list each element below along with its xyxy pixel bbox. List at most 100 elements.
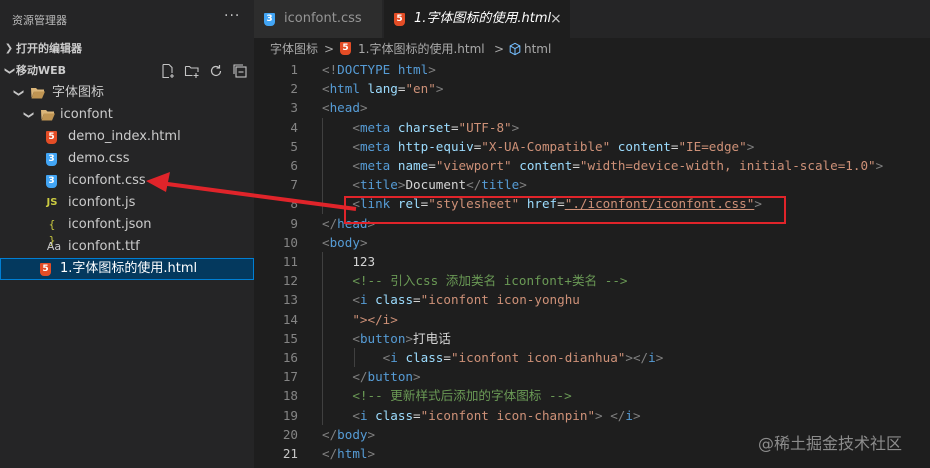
code-line[interactable]: <head> bbox=[322, 98, 368, 117]
breadcrumb-symbol[interactable]: html bbox=[524, 38, 551, 60]
new-folder-icon[interactable] bbox=[184, 63, 200, 79]
chevron-down-icon: ❯ bbox=[23, 110, 34, 120]
code-line[interactable]: <meta http-equiv="X-UA-Compatible" conte… bbox=[322, 137, 754, 156]
line-number: 20 bbox=[282, 426, 298, 442]
explorer-sidebar: 资源管理器 ··· ❯ 打开的编辑器 ❯ 移动WEB ❯ 字体图标 ❯ icon… bbox=[0, 0, 254, 468]
css3-icon: 3 bbox=[46, 153, 57, 166]
line-number: 11 bbox=[282, 254, 298, 269]
code-line[interactable]: <!-- 引入css 添加类名 iconfont+类名 --> bbox=[322, 271, 627, 290]
tree-file-iconfont-css[interactable]: 3 iconfont.css bbox=[0, 170, 254, 192]
editor-tabs: 3 iconfont.css 5 1.字体图标的使用.html × bbox=[254, 0, 930, 38]
code-line[interactable]: </body> bbox=[322, 425, 375, 444]
breadcrumb-file[interactable]: 1.字体图标的使用.html bbox=[358, 38, 485, 60]
line-number: 17 bbox=[282, 369, 298, 385]
line-number: 19 bbox=[282, 407, 298, 423]
line-number: 13 bbox=[282, 292, 298, 308]
tree-file-selected-html[interactable]: 5 1.字体图标的使用.html bbox=[0, 258, 254, 280]
tree-item-label: demo.css bbox=[68, 151, 130, 166]
css3-icon: 3 bbox=[46, 175, 57, 188]
html5-icon: 5 bbox=[46, 131, 57, 144]
close-icon[interactable]: × bbox=[550, 0, 562, 38]
code-line[interactable]: <!-- 更新样式后添加的字体图标 --> bbox=[322, 386, 571, 405]
highlight-box bbox=[344, 196, 786, 224]
breadcrumb: 字体图标 > 5 1.字体图标的使用.html > html bbox=[254, 38, 930, 60]
tab-html-file[interactable]: 5 1.字体图标的使用.html × bbox=[384, 0, 570, 38]
workspace-section[interactable]: ❯ 移动WEB bbox=[0, 60, 254, 82]
folder-open-icon bbox=[31, 88, 45, 99]
code-line[interactable]: "></i> bbox=[322, 310, 398, 329]
code-line[interactable]: <meta charset="UTF-8"> bbox=[322, 118, 519, 137]
ellipsis-icon[interactable]: ··· bbox=[224, 8, 240, 24]
code-editor[interactable]: 1 2 3 4 5 6 7 8 9 10 11 12 13 14 15 16 17 18 19 20 21 <!DOCT… bbox=[254, 60, 930, 468]
line-number: 12 bbox=[282, 273, 298, 289]
chevron-down-icon: ❯ bbox=[13, 88, 24, 98]
line-number: 5 bbox=[290, 138, 298, 154]
line-number: 18 bbox=[282, 388, 298, 404]
json-braces-icon: { } bbox=[48, 218, 56, 247]
open-editors-section[interactable]: ❯ 打开的编辑器 bbox=[0, 38, 254, 60]
breadcrumb-separator: > bbox=[494, 42, 505, 56]
line-number: 8 bbox=[290, 196, 298, 212]
css3-icon: 3 bbox=[264, 13, 275, 26]
line-number: 21 bbox=[282, 446, 298, 461]
line-number: 7 bbox=[290, 177, 298, 193]
html5-icon: 5 bbox=[340, 42, 351, 55]
tree-file-iconfont-json[interactable]: { } iconfont.json bbox=[0, 214, 254, 247]
code-line[interactable]: <!DOCTYPE html> bbox=[322, 60, 436, 79]
line-number: 14 bbox=[282, 311, 298, 327]
tree-file-iconfont-ttf[interactable]: Aa iconfont.ttf bbox=[0, 236, 254, 258]
open-editors-label: 打开的编辑器 bbox=[16, 42, 82, 55]
tree-item-label: iconfont.js bbox=[68, 195, 136, 210]
explorer-header: 资源管理器 ··· bbox=[0, 0, 254, 38]
new-file-icon[interactable] bbox=[160, 63, 176, 79]
code-line[interactable]: <meta name="viewport" content="width=dev… bbox=[322, 156, 883, 175]
line-number: 16 bbox=[282, 350, 298, 365]
code-line[interactable]: <html lang="en"> bbox=[322, 79, 443, 98]
folder-open-icon bbox=[41, 110, 55, 121]
html5-icon: 5 bbox=[40, 263, 51, 276]
tree-file-demo-css[interactable]: 3 demo.css bbox=[0, 148, 254, 170]
tree-file-demo-index-html[interactable]: 5 demo_index.html bbox=[0, 126, 254, 148]
tree-folder-font-icons[interactable]: ❯ 字体图标 bbox=[0, 82, 254, 104]
code-line[interactable]: <button>打电话 bbox=[322, 329, 450, 348]
tree-file-iconfont-js[interactable]: JS iconfont.js bbox=[0, 192, 254, 214]
line-number: 6 bbox=[290, 158, 298, 173]
code-line[interactable]: <i class="iconfont icon-chanpin"> </i> bbox=[322, 406, 640, 425]
line-number: 10 bbox=[282, 234, 298, 250]
breadcrumb-folder[interactable]: 字体图标 bbox=[270, 38, 318, 60]
code-line[interactable]: </button> bbox=[322, 367, 420, 386]
explorer-title: 资源管理器 bbox=[12, 14, 67, 27]
tree-item-label: iconfont bbox=[60, 107, 113, 122]
watermark: @稀土掘金技术社区 bbox=[758, 434, 903, 453]
collapse-all-icon[interactable] bbox=[232, 63, 248, 79]
tree-folder-iconfont[interactable]: ❯ iconfont bbox=[0, 104, 254, 126]
code-line[interactable]: <i class="iconfont icon-dianhua"></i> bbox=[322, 348, 664, 367]
tab-label: iconfont.css bbox=[284, 11, 362, 26]
tree-item-label: 1.字体图标的使用.html bbox=[60, 261, 198, 276]
tree-item-label: iconfont.ttf bbox=[68, 239, 140, 254]
line-number: 3 bbox=[290, 100, 298, 116]
tree-item-label: iconfont.css bbox=[68, 173, 146, 188]
tab-label: 1.字体图标的使用.html bbox=[414, 11, 552, 26]
line-number: 1 bbox=[290, 62, 298, 77]
breadcrumb-separator: > bbox=[324, 42, 335, 56]
js-icon: JS bbox=[46, 197, 58, 208]
code-line[interactable]: </html> bbox=[322, 444, 375, 463]
tree-item-label: 字体图标 bbox=[52, 85, 105, 100]
tab-iconfont-css[interactable]: 3 iconfont.css bbox=[254, 0, 382, 38]
line-number: 2 bbox=[290, 81, 298, 97]
refresh-icon[interactable] bbox=[208, 63, 224, 79]
code-line[interactable]: <i class="iconfont icon-yonghu bbox=[322, 290, 580, 309]
tree-item-label: iconfont.json bbox=[68, 217, 152, 232]
workspace-label: 移动WEB bbox=[16, 64, 67, 77]
line-number: 9 bbox=[290, 215, 298, 231]
code-line[interactable]: <title>Document</title> bbox=[322, 175, 526, 194]
code-line[interactable]: <body> bbox=[322, 233, 368, 252]
font-icon: Aa bbox=[46, 240, 62, 253]
code-line[interactable]: 123 bbox=[322, 252, 375, 271]
chevron-right-icon: ❯ bbox=[4, 43, 14, 54]
symbol-cube-icon bbox=[509, 42, 521, 56]
line-number: 4 bbox=[290, 119, 298, 135]
html5-icon: 5 bbox=[394, 13, 405, 26]
tree-item-label: demo_index.html bbox=[68, 129, 181, 144]
